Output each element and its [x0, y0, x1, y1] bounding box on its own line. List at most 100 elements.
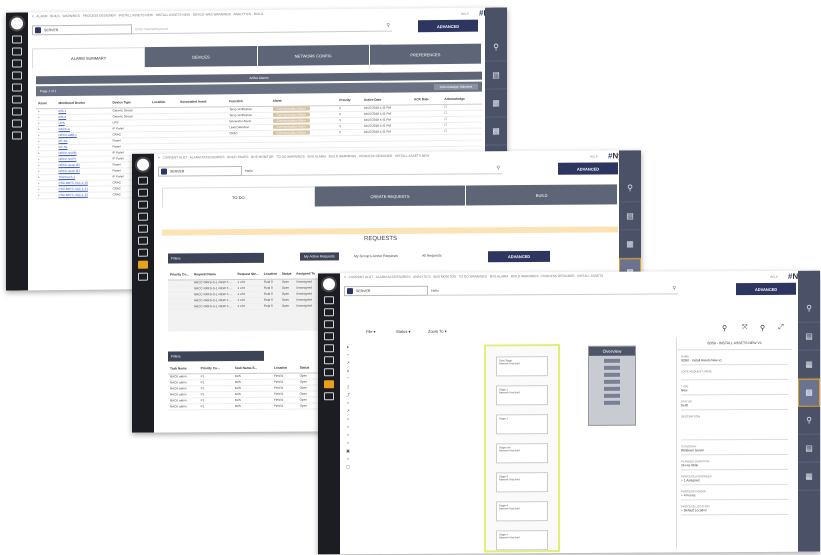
column-header[interactable]: Acknowledge: [442, 93, 482, 105]
page-label[interactable]: Page 1 of 1: [36, 89, 56, 93]
device-link[interactable]: CSD-BRTC-VAC-1-42: [56, 191, 111, 199]
palette-icons[interactable]: ▸ + ↗ ∧ ⌃ ∫ ⤴ ▪ ↗ ⌗ ▪ ▪ ▪ ▣ ▪ ▢: [344, 343, 352, 471]
filters-bar-2[interactable]: Filters: [168, 350, 264, 362]
chart-icon[interactable]: [138, 200, 148, 209]
map-icon[interactable]: [324, 344, 334, 353]
table-row[interactable]: NRCC-NRFD-S-1-NEW-T-... 1 of 6 Field 8 Open…: [168, 302, 318, 310]
column-header[interactable]: Location: [150, 96, 178, 108]
file-menu[interactable]: File ▾: [366, 329, 376, 334]
tab-my-active-requests[interactable]: My Active Requests: [300, 252, 339, 261]
chart-icon[interactable]: [324, 320, 334, 329]
column-header[interactable]: Request Name: [191, 269, 236, 280]
search-icon[interactable]: ⚲: [386, 23, 390, 29]
rb-details[interactable]: ▤: [485, 61, 507, 90]
property-value[interactable]: SD50 - Install Assets New v1: [681, 357, 788, 366]
advanced-button[interactable]: ADVANCED: [418, 19, 478, 33]
search-icon[interactable]: ⚲: [496, 165, 500, 171]
search-input[interactable]: Hello ⚲: [242, 164, 502, 177]
zoom-to-menu[interactable]: Zoom To ▾: [428, 329, 447, 334]
map-icon[interactable]: [12, 83, 22, 92]
settings-icon[interactable]: [138, 272, 148, 281]
home-icon[interactable]: [138, 176, 148, 185]
tab-to-do[interactable]: TO DO: [162, 186, 315, 208]
column-header[interactable]: Function: [227, 95, 271, 107]
home-icon[interactable]: [12, 35, 22, 44]
overview-panel[interactable]: Overview: [588, 345, 636, 426]
tab-alarm-summary[interactable]: ALARM SUMMARY: [32, 47, 146, 69]
rb-details-2[interactable]: ▤: [798, 434, 820, 463]
tab-create-requests[interactable]: CREATE REQUESTS: [314, 185, 467, 207]
status-menu[interactable]: Status ▾: [396, 329, 410, 334]
column-header[interactable]: Location: [261, 268, 280, 279]
rb-grid[interactable]: ▩: [485, 117, 507, 146]
alarm-icon[interactable]: [138, 248, 148, 257]
search-icon[interactable]: ⚲: [672, 285, 676, 291]
property-value[interactable]: New: [681, 387, 788, 396]
settings-icon[interactable]: [12, 131, 22, 140]
column-header[interactable]: Monitored Device: [56, 97, 111, 109]
process-icon[interactable]: [324, 380, 334, 389]
chart-icon[interactable]: [12, 59, 22, 68]
column-header[interactable]: Task Name-S...: [232, 362, 272, 374]
rb-search[interactable]: ⚲: [619, 174, 641, 203]
home-icon[interactable]: [324, 296, 334, 305]
server-select[interactable]: SERVER: [344, 285, 428, 297]
rb-details[interactable]: ▤: [798, 322, 820, 351]
map-icon[interactable]: [138, 224, 148, 233]
property-value[interactable]: + 1 Assigned: [681, 477, 788, 486]
property-value[interactable]: [681, 372, 788, 381]
zoom-out-icon[interactable]: ⚲: [760, 324, 765, 332]
alarm-icon[interactable]: [324, 368, 334, 377]
help-link[interactable]: HELP: [590, 155, 598, 159]
device-icon[interactable]: [138, 236, 148, 245]
list-icon[interactable]: [324, 332, 334, 341]
rb-devices[interactable]: ▦: [485, 89, 507, 118]
acknowledge-button[interactable]: Acknowledge Selected: [433, 83, 478, 91]
tab-devices[interactable]: DEVICES: [145, 45, 258, 68]
rb-search[interactable]: ⚲: [485, 33, 507, 62]
grid-icon[interactable]: [12, 47, 22, 56]
property-value[interactable]: Windows Server: [681, 447, 788, 456]
column-header[interactable]: Priority: [337, 94, 362, 106]
report-icon[interactable]: [12, 119, 22, 128]
property-value[interactable]: 24 Hrs 0Min: [681, 462, 788, 471]
column-header[interactable]: Associated Asset: [178, 96, 228, 107]
rb-devices-2[interactable]: ▦: [798, 462, 820, 491]
process-stage-node[interactable]: Start Stage Network Required: [496, 356, 548, 377]
requests-icon[interactable]: [138, 260, 148, 269]
column-header[interactable]: Task Name: [168, 363, 199, 374]
column-header[interactable]: Alarm: [270, 95, 338, 106]
list-icon[interactable]: [12, 71, 22, 80]
column-header[interactable]: Request Ste...: [235, 268, 262, 280]
process-stage-node[interactable]: Stage 5 Network Required: [496, 530, 548, 551]
rb-devices[interactable]: ▦: [619, 230, 641, 259]
process-stage-node[interactable]: Stage Info Network Required: [496, 443, 548, 464]
grid-icon[interactable]: [324, 308, 334, 317]
column-header[interactable]: Status: [297, 362, 318, 373]
process-stage-node[interactable]: Stage 1 Network Required: [496, 385, 548, 406]
breadcrumb[interactable]: # · CURRENT ALOT · ALARM ACCESSORIES · A…: [344, 273, 764, 283]
column-header[interactable]: Device Type: [110, 97, 151, 108]
rb-devices[interactable]: ▦: [798, 350, 820, 379]
advanced-button[interactable]: ADVANCED: [736, 282, 796, 296]
column-header[interactable]: Location: [271, 362, 298, 373]
help-link[interactable]: HELP: [461, 12, 469, 16]
process-stage-node[interactable]: Stage 4 Network Required: [496, 501, 548, 522]
rb-search-2[interactable]: ⚲: [798, 406, 820, 435]
process-stage-node[interactable]: Stage 2: [496, 414, 548, 435]
column-header[interactable]: Status: [279, 268, 295, 279]
search-input[interactable]: Hello ⚲: [428, 284, 678, 296]
tab-network-config[interactable]: NETWORK CONFIG: [257, 44, 370, 66]
expand-icon[interactable]: ⤢: [778, 324, 784, 332]
search-input[interactable]: Enter Name/keyword ⚲: [132, 21, 392, 35]
rb-details[interactable]: ▤: [619, 202, 641, 231]
requests-advanced-button[interactable]: ADVANCED: [488, 250, 550, 263]
table-row[interactable]: RACK alarm P1 BUS Field B Open: [168, 402, 318, 410]
device-icon[interactable]: [324, 356, 334, 365]
grid-icon[interactable]: [138, 188, 148, 197]
process-stage-node[interactable]: Stage 3 Network Required: [496, 472, 548, 493]
rb-search[interactable]: ⚲: [798, 294, 820, 323]
property-value[interactable]: Draft: [681, 402, 788, 411]
rb-grid[interactable]: ▩: [798, 378, 820, 407]
tab-all-requests[interactable]: All Requests: [422, 254, 442, 258]
